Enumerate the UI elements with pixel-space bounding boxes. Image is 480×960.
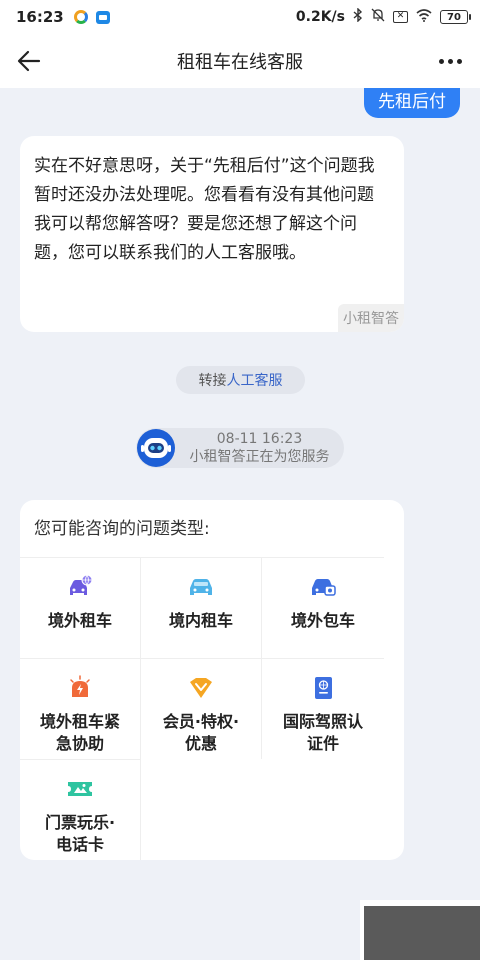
faq-item-label: 境内租车: [168, 611, 233, 630]
more-dot-icon: [456, 58, 462, 64]
faq-item-emergency-help[interactable]: 境外租车紧 急协助: [20, 658, 141, 759]
app-notification-icon: [73, 10, 88, 24]
faq-item-membership[interactable]: 会员·特权· 优惠: [141, 658, 262, 759]
car-chauffeur-icon: [312, 579, 336, 596]
more-dot-icon: [438, 58, 444, 64]
faq-card: 您可能咨询的问题类型: 境外租车 境内租车 境外包车 境外租车紧 急协助 会员·…: [20, 500, 404, 860]
nav-bar: 租租车在线客服: [0, 34, 480, 88]
battery-icon: 70: [440, 10, 471, 24]
faq-item-label: 国际驾照认 证件: [282, 712, 363, 753]
floating-panel-preview[interactable]: [364, 906, 480, 960]
faq-item-label: 会员·特权· 优惠: [162, 712, 240, 753]
page-title: 租租车在线客服: [177, 52, 303, 73]
chat-area[interactable]: 先租后付 实在不好意思呀，关于“先租后付”这个问题我暂时还没办法处理呢。您看看有…: [0, 88, 480, 960]
transfer-prefix: 转接: [198, 373, 227, 389]
status-time: 16:23: [16, 8, 64, 26]
faq-item-label: 境外租车紧 急协助: [39, 712, 120, 753]
network-speed: 0.2K/s: [295, 9, 345, 25]
bluetooth-icon: [353, 7, 363, 26]
passport-icon: [315, 677, 332, 699]
no-sim-icon: ✕: [393, 11, 408, 23]
emergency-icon: [70, 675, 90, 697]
service-time: 08-11 16:23: [216, 431, 303, 447]
bot-reply-card: 实在不好意思呀，关于“先租后付”这个问题我暂时还没办法处理呢。您看看有没有其他问…: [20, 136, 404, 332]
gallery-notification-icon: [95, 10, 110, 24]
mute-bell-icon: [371, 8, 385, 26]
back-arrow-icon: [17, 50, 41, 72]
bot-reply-text: 实在不好意思呀，关于“先租后付”这个问题我暂时还没办法处理呢。您看看有没有其他问…: [34, 156, 375, 263]
car-globe-icon: [70, 574, 93, 595]
faq-item-intl-license[interactable]: 国际驾照认 证件: [262, 658, 384, 759]
faq-item-label: 门票玩乐· 电话卡: [44, 813, 116, 854]
back-button[interactable]: [12, 44, 46, 78]
wifi-icon: [416, 8, 432, 26]
car-icon: [190, 579, 212, 595]
service-status-pill: 08-11 16:23 小租智答正在为您服务: [136, 428, 344, 468]
transfer-agent-button[interactable]: 转接 人工客服: [176, 366, 305, 394]
faq-title: 您可能咨询的问题类型:: [34, 519, 210, 539]
faq-grid: 境外租车 境内租车 境外包车 境外租车紧 急协助 会员·特权· 优惠 国际驾照认…: [20, 557, 384, 860]
bot-name-tag: 小租智答: [338, 304, 404, 332]
ticket-icon: [68, 782, 92, 796]
more-dot-icon: [447, 58, 453, 64]
more-menu-button[interactable]: [432, 44, 468, 78]
service-status-text: 小租智答正在为您服务: [189, 449, 330, 465]
robot-avatar-icon: [137, 429, 175, 467]
faq-item-overseas-chauffeur[interactable]: 境外包车: [262, 557, 384, 658]
faq-item-tickets[interactable]: 门票玩乐· 电话卡: [20, 759, 141, 860]
status-bar: 16:23 0.2K/s ✕ 70: [0, 0, 480, 34]
user-message-bubble: 先租后付: [364, 88, 460, 118]
faq-item-overseas-rental[interactable]: 境外租车: [20, 557, 141, 658]
vip-icon: [190, 678, 212, 698]
human-agent-link[interactable]: 人工客服: [227, 370, 283, 390]
faq-item-label: 境外租车: [47, 611, 112, 630]
faq-item-label: 境外包车: [290, 611, 355, 630]
faq-item-domestic-rental[interactable]: 境内租车: [141, 557, 262, 658]
